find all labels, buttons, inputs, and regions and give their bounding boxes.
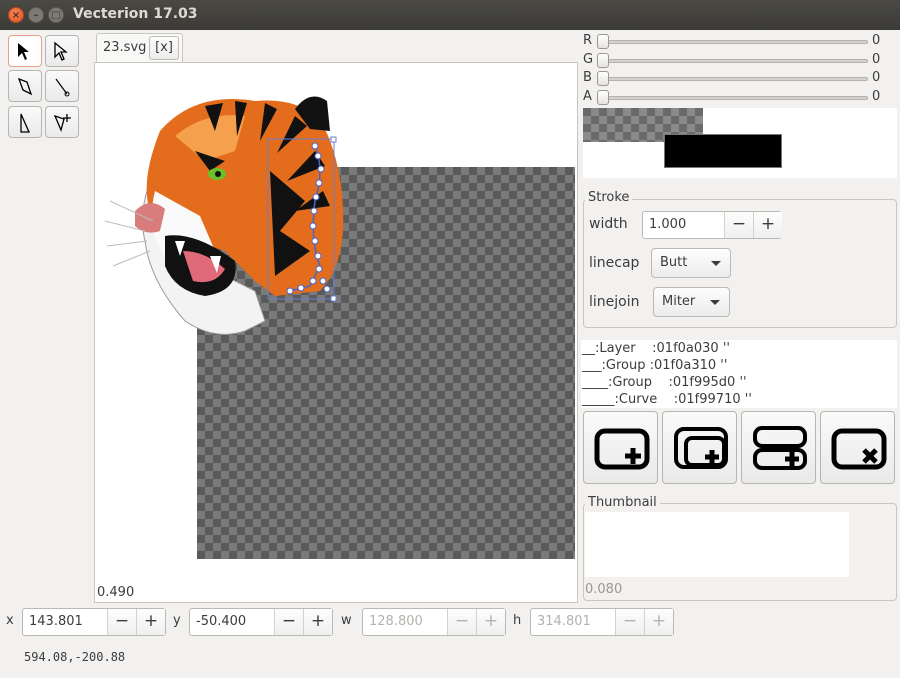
window-title: Vecterion 17.03	[73, 6, 198, 22]
red-slider-handle[interactable]	[597, 34, 609, 49]
line-icon	[55, 78, 70, 97]
chevron-down-icon	[710, 300, 720, 305]
alpha-slider[interactable]	[601, 96, 868, 100]
linecap-dropdown[interactable]: Butt	[651, 248, 731, 278]
layer-row-curve[interactable]: _____:Curve :01f99710 ''	[582, 392, 752, 407]
stroke-frame-title: Stroke	[585, 190, 633, 205]
w-decrease-button: −	[447, 609, 476, 635]
select-tool-button[interactable]	[8, 35, 42, 67]
y-value[interactable]: -50.400	[196, 614, 246, 629]
w-label: w	[341, 613, 352, 628]
document-tab-label: 23.svg	[103, 40, 147, 55]
add-stacked-layer-button[interactable]	[741, 411, 816, 484]
red-slider-row: R 0	[583, 33, 898, 51]
w-increase-button: +	[476, 609, 505, 635]
node-edit-tool-button[interactable]	[8, 106, 42, 138]
add-group-icon	[674, 427, 728, 469]
add-node-tool-button[interactable]	[45, 106, 79, 138]
add-layer-icon	[594, 428, 650, 470]
bezier-pen-icon	[17, 77, 33, 96]
stroke-width-value[interactable]: 1.000	[649, 217, 686, 232]
window-close-button[interactable]: ×	[8, 7, 24, 23]
layer-row-layer[interactable]: __:Layer :01f0a030 ''	[582, 341, 730, 356]
color-swatch-area	[583, 108, 897, 178]
layer-row-subgroup[interactable]: ____:Group :01f995d0 ''	[582, 375, 747, 390]
alpha-value: 0	[872, 89, 881, 104]
zoom-level: 0.490	[97, 585, 135, 600]
green-slider[interactable]	[601, 59, 868, 63]
stroke-width-spinner[interactable]: 1.000 − +	[642, 211, 782, 239]
red-slider[interactable]	[601, 40, 868, 44]
line-tool-button[interactable]	[45, 70, 79, 102]
h-decrease-button: −	[615, 609, 644, 635]
thumbnail-preview	[585, 512, 849, 577]
title-bar: × – □ Vecterion 17.03	[0, 0, 900, 30]
y-decrease-button[interactable]: −	[274, 609, 303, 635]
thumbnail-zoom-value: 0.080	[585, 582, 623, 597]
delete-icon	[831, 428, 887, 470]
blue-slider-row: B 0	[583, 70, 898, 88]
add-layer-button[interactable]	[583, 411, 658, 484]
stroke-width-increase-button[interactable]: +	[753, 212, 782, 238]
layer-row-group[interactable]: ___:Group :01f0a310 ''	[582, 358, 727, 373]
alpha-label: A	[583, 89, 592, 104]
blue-value: 0	[872, 70, 881, 85]
x-value[interactable]: 143.801	[29, 614, 83, 629]
h-value: 314.801	[537, 614, 591, 629]
h-label: h	[513, 613, 522, 628]
delete-layer-button[interactable]	[820, 411, 895, 484]
red-value: 0	[872, 33, 881, 48]
stroke-color-swatch[interactable]	[664, 134, 782, 168]
thumbnail-title: Thumbnail	[585, 495, 660, 510]
alpha-slider-row: A 0	[583, 89, 898, 107]
red-label: R	[583, 33, 593, 48]
blue-slider-handle[interactable]	[597, 71, 609, 86]
x-label: x	[6, 613, 14, 628]
cursor-coordinates: 594.08,-200.88	[24, 650, 126, 664]
x-increase-button[interactable]: +	[136, 609, 165, 635]
x-spinner[interactable]: 143.801 − +	[22, 608, 166, 636]
linecap-value: Butt	[660, 255, 688, 270]
stroke-width-decrease-button[interactable]: −	[724, 212, 753, 238]
y-label: y	[173, 613, 181, 628]
h-spinner: 314.801 − +	[530, 608, 674, 636]
w-spinner: 128.800 − +	[362, 608, 506, 636]
window-minimize-button[interactable]: –	[28, 7, 44, 23]
add-stacked-layer-icon	[753, 426, 807, 470]
close-document-button[interactable]: [x]	[149, 36, 179, 60]
add-group-button[interactable]	[662, 411, 737, 484]
stroke-width-label: width	[589, 216, 628, 232]
y-spinner[interactable]: -50.400 − +	[189, 608, 333, 636]
layer-tree: __:Layer :01f0a030 '' ___:Group :01f0a31…	[581, 340, 897, 408]
document-tab[interactable]: 23.svg [x]	[96, 33, 183, 63]
drawing-canvas[interactable]	[94, 62, 578, 603]
blue-label: B	[583, 70, 592, 85]
w-value: 128.800	[369, 614, 423, 629]
linejoin-label: linejoin	[589, 294, 640, 310]
green-slider-handle[interactable]	[597, 53, 609, 68]
green-label: G	[583, 52, 594, 67]
y-increase-button[interactable]: +	[303, 609, 332, 635]
pen-tool-button[interactable]	[8, 70, 42, 102]
add-node-icon	[53, 114, 71, 132]
alpha-slider-handle[interactable]	[597, 90, 609, 105]
linecap-label: linecap	[589, 255, 640, 271]
blue-slider[interactable]	[601, 77, 868, 81]
linejoin-value: Miter	[662, 294, 696, 309]
linejoin-dropdown[interactable]: Miter	[653, 287, 730, 317]
x-decrease-button[interactable]: −	[107, 609, 136, 635]
green-value: 0	[872, 52, 881, 67]
node-select-tool-button[interactable]	[45, 35, 79, 67]
h-increase-button: +	[644, 609, 673, 635]
select-arrow-icon	[18, 43, 29, 60]
node-arrow-icon	[54, 41, 68, 61]
window-maximize-button[interactable]: □	[48, 7, 64, 23]
chevron-down-icon	[711, 261, 721, 266]
node-edit-icon	[20, 113, 31, 133]
tiger-artwork	[105, 96, 344, 335]
green-slider-row: G 0	[583, 52, 898, 70]
